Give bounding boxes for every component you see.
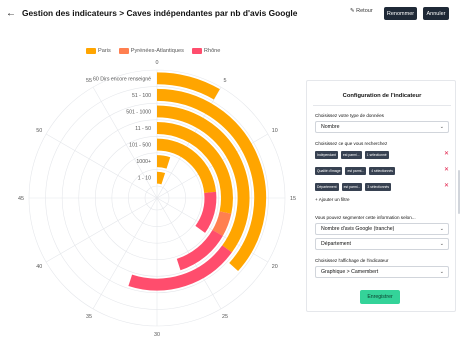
angular-tick-label: 5 [224, 78, 227, 84]
data-type-select[interactable]: Nombre ⌄ [315, 121, 449, 133]
rename-button[interactable]: Renommer [384, 7, 417, 20]
delete-filter-icon[interactable]: ✕ [444, 166, 449, 173]
category-label: 51 - 100 [132, 93, 151, 99]
cancel-button[interactable]: Annuler [423, 7, 449, 20]
filter-chip-operator[interactable]: est parmi... [341, 182, 363, 191]
save-button[interactable]: Enregistrer [360, 290, 400, 304]
filter-chip-field[interactable]: Indépendant [315, 150, 338, 159]
filter-chip-value[interactable]: 3 sélectionnés [365, 182, 392, 191]
display-select[interactable]: Graphique > Camembert ⌄ [315, 266, 449, 278]
filter-chip-operator[interactable]: est parmi... [340, 150, 362, 159]
back-button[interactable]: ✎ Retour [350, 8, 373, 14]
filter-chip-value[interactable]: 1 sélectionné [364, 150, 389, 159]
angular-tick-label: 40 [36, 264, 42, 270]
angular-tick-label: 15 [290, 196, 296, 202]
category-label: 1 - 10 [138, 176, 151, 182]
back-button-label: Retour [356, 8, 373, 14]
category-label: 501 - 1000 [126, 109, 151, 115]
bar-segment [156, 155, 171, 169]
delete-filter-icon[interactable]: ✕ [444, 150, 449, 157]
delete-filter-icon[interactable]: ✕ [444, 182, 449, 189]
category-label: 60 Dirs encore renseigné [93, 76, 151, 82]
chevron-down-icon: ⌄ [439, 226, 444, 232]
angular-tick-label: 35 [86, 314, 92, 320]
angular-tick-label: 25 [222, 314, 228, 320]
polar-bar-chart: 0 5 10 15 20 25 30 35 40 45 50 55 60 Dirs encore ren… [18, 60, 296, 338]
segment-2-value: Département [321, 241, 351, 247]
config-title: Configuration de l'indicateur [342, 93, 422, 99]
category-label: 11 - 50 [135, 126, 151, 132]
bar-segment [212, 211, 232, 236]
category-label: 101 - 500 [129, 143, 151, 149]
search-label: Choisissez ce que vous recherchez [315, 141, 388, 146]
filter-chip-field[interactable]: Département [315, 182, 339, 191]
chevron-down-icon: ⌄ [439, 124, 444, 130]
filter-row: Indépendant est parmi... 1 sélectionné ✕ [315, 149, 449, 160]
filter-chip-operator[interactable]: est parmi... [345, 166, 367, 175]
angular-tick-label: 50 [36, 128, 42, 134]
angular-tick-label: 20 [272, 264, 278, 270]
chevron-down-icon: ⌄ [439, 241, 444, 247]
angular-tick-label: 55 [86, 78, 92, 84]
data-type-label: Choisissez votre type de données [315, 113, 384, 118]
category-label: 1000+ [136, 159, 151, 165]
bar-segment [156, 171, 166, 185]
display-label: Choisissez l'affichage de l'indicateur [315, 258, 389, 263]
display-value: Graphique > Camembert [321, 269, 379, 275]
angular-tick-label: 0 [156, 60, 159, 66]
data-type-value: Nombre [321, 124, 340, 130]
angular-tick-label: 10 [272, 128, 278, 134]
scrollbar[interactable] [458, 170, 460, 214]
segment-1-value: Nombre d'avis Google (tranche) [321, 226, 395, 232]
filter-row: Qualité d'image est parmi... 4 sélection… [315, 165, 449, 176]
angular-tick-label: 45 [18, 196, 24, 202]
filter-chip-field[interactable]: Qualité d'image [315, 166, 343, 175]
segment-select-2[interactable]: Département ⌄ [315, 238, 449, 250]
filter-chip-value[interactable]: 4 sélectionnés [369, 166, 395, 175]
indicator-config-panel: Configuration de l'indicateur Choisissez… [306, 80, 456, 312]
config-divider [313, 105, 451, 106]
chevron-down-icon: ⌄ [439, 269, 444, 275]
angular-tick-label: 30 [154, 332, 160, 338]
filter-row: Département est parmi... 3 sélectionnés … [315, 181, 449, 192]
segment-label: Vous pouvez segmenter cette information … [315, 215, 416, 220]
bar-segment [128, 245, 232, 291]
add-filter-button[interactable]: + Ajouter un filtre [315, 197, 350, 202]
segment-select-1[interactable]: Nombre d'avis Google (tranche) ⌄ [315, 223, 449, 235]
